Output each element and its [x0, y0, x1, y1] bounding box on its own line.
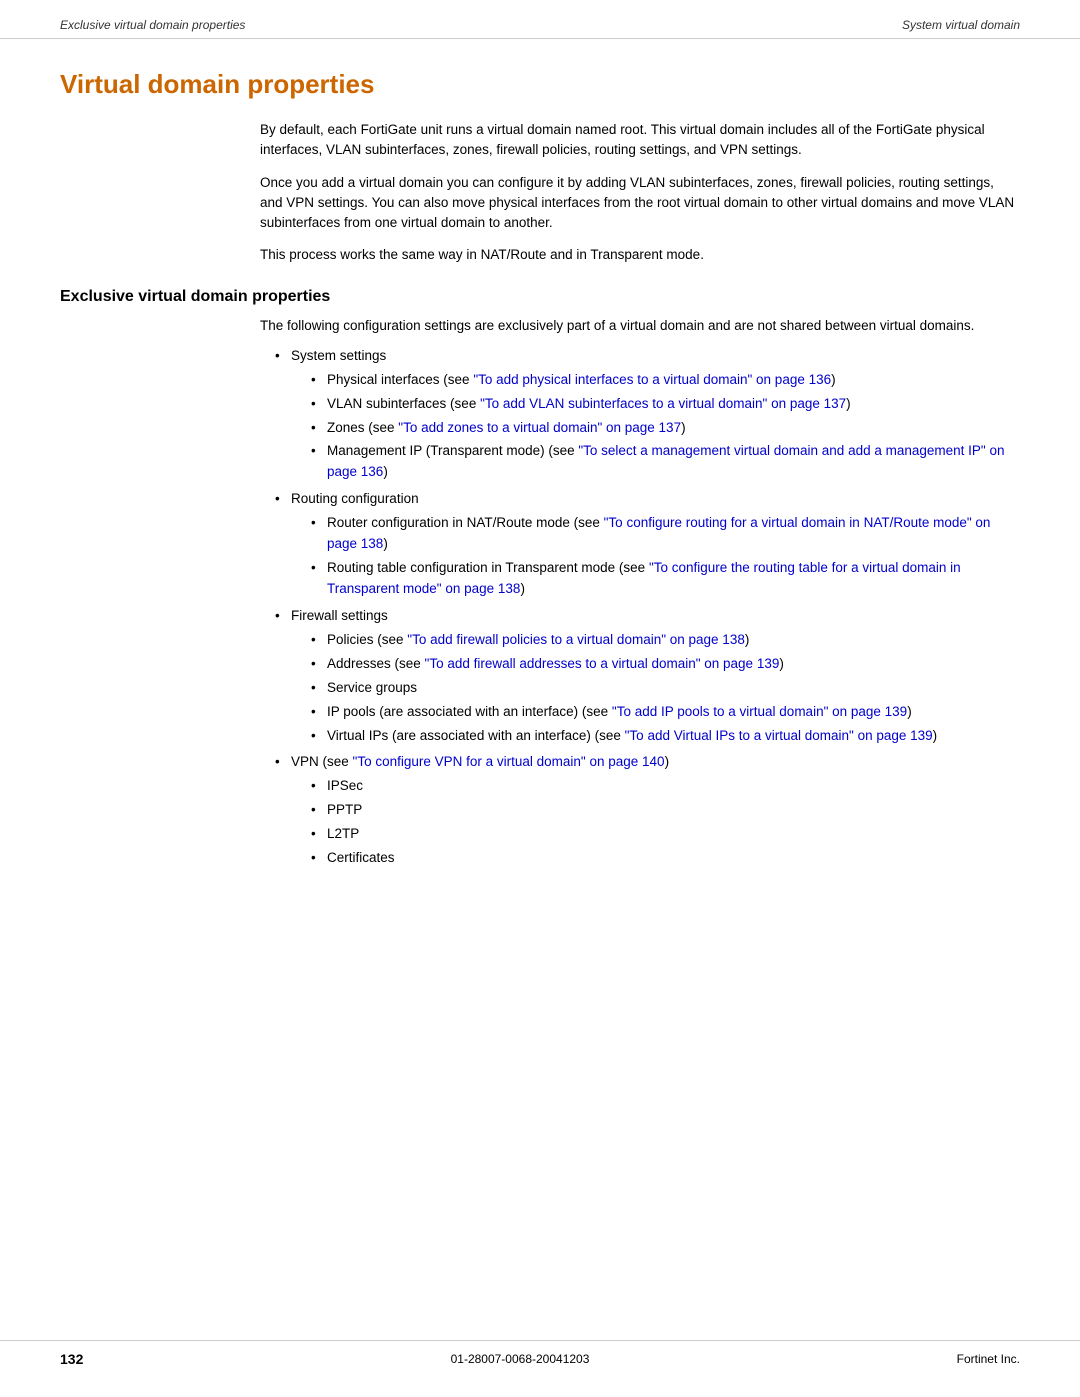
list-item-firewall-settings: Firewall settings Policies (see "To add … [275, 606, 1020, 747]
list-item-routing-configuration: Routing configuration Router configurati… [275, 489, 1020, 600]
list-item-addresses: Addresses (see "To add firewall addresse… [311, 654, 1020, 675]
page-header: Exclusive virtual domain properties Syst… [0, 0, 1080, 39]
section-intro: The following configuration settings are… [260, 316, 1020, 336]
header-right: System virtual domain [902, 18, 1020, 32]
exclusive-properties-list: System settings Physical interfaces (see… [275, 346, 1020, 869]
page-title: Virtual domain properties [60, 69, 1020, 100]
routing-config-label: Routing configuration [291, 491, 419, 506]
paragraph-2: Once you add a virtual domain you can co… [260, 173, 1020, 234]
list-item-l2tp: L2TP [311, 824, 1020, 845]
list-item-routing-table-transparent: Routing table configuration in Transpare… [311, 558, 1020, 600]
list-item-physical-interfaces: Physical interfaces (see "To add physica… [311, 370, 1020, 391]
link-zones[interactable]: "To add zones to a virtual domain" on pa… [398, 420, 681, 435]
list-item-management-ip: Management IP (Transparent mode) (see "T… [311, 441, 1020, 483]
system-settings-label: System settings [291, 348, 386, 363]
link-vlan-subinterfaces[interactable]: "To add VLAN subinterfaces to a virtual … [480, 396, 846, 411]
paragraph-1: By default, each FortiGate unit runs a v… [260, 120, 1020, 161]
list-item-zones: Zones (see "To add zones to a virtual do… [311, 418, 1020, 439]
footer-page-number: 132 [60, 1351, 83, 1367]
link-addresses[interactable]: "To add firewall addresses to a virtual … [425, 656, 780, 671]
link-physical-interfaces[interactable]: "To add physical interfaces to a virtual… [473, 372, 831, 387]
list-item-vpn: VPN (see "To configure VPN for a virtual… [275, 752, 1020, 869]
list-item-router-natroute: Router configuration in NAT/Route mode (… [311, 513, 1020, 555]
link-vpn[interactable]: "To configure VPN for a virtual domain" … [353, 754, 665, 769]
list-item-system-settings: System settings Physical interfaces (see… [275, 346, 1020, 484]
page: Exclusive virtual domain properties Syst… [0, 0, 1080, 1397]
list-item-certificates: Certificates [311, 848, 1020, 869]
list-item-virtual-ips: Virtual IPs (are associated with an inte… [311, 726, 1020, 747]
list-item-service-groups: Service groups [311, 678, 1020, 699]
list-item-vlan-subinterfaces: VLAN subinterfaces (see "To add VLAN sub… [311, 394, 1020, 415]
link-ip-pools[interactable]: "To add IP pools to a virtual domain" on… [612, 704, 907, 719]
link-policies[interactable]: "To add firewall policies to a virtual d… [407, 632, 745, 647]
footer-doc-id: 01-28007-0068-20041203 [451, 1352, 590, 1366]
list-item-policies: Policies (see "To add firewall policies … [311, 630, 1020, 651]
list-item-pptp: PPTP [311, 800, 1020, 821]
list-item-ip-pools: IP pools (are associated with an interfa… [311, 702, 1020, 723]
link-virtual-ips[interactable]: "To add Virtual IPs to a virtual domain"… [625, 728, 933, 743]
firewall-settings-label: Firewall settings [291, 608, 388, 623]
content-area: Virtual domain properties By default, ea… [0, 39, 1080, 955]
vpn-children: IPSec PPTP L2TP Certificates [311, 776, 1020, 869]
section-heading: Exclusive virtual domain properties [60, 288, 1020, 306]
footer-company: Fortinet Inc. [957, 1352, 1020, 1366]
paragraph-3: This process works the same way in NAT/R… [260, 245, 1020, 265]
system-settings-children: Physical interfaces (see "To add physica… [311, 370, 1020, 484]
header-left: Exclusive virtual domain properties [60, 18, 245, 32]
firewall-children: Policies (see "To add firewall policies … [311, 630, 1020, 747]
routing-children: Router configuration in NAT/Route mode (… [311, 513, 1020, 600]
list-item-ipsec: IPSec [311, 776, 1020, 797]
page-footer: 132 01-28007-0068-20041203 Fortinet Inc. [0, 1340, 1080, 1377]
